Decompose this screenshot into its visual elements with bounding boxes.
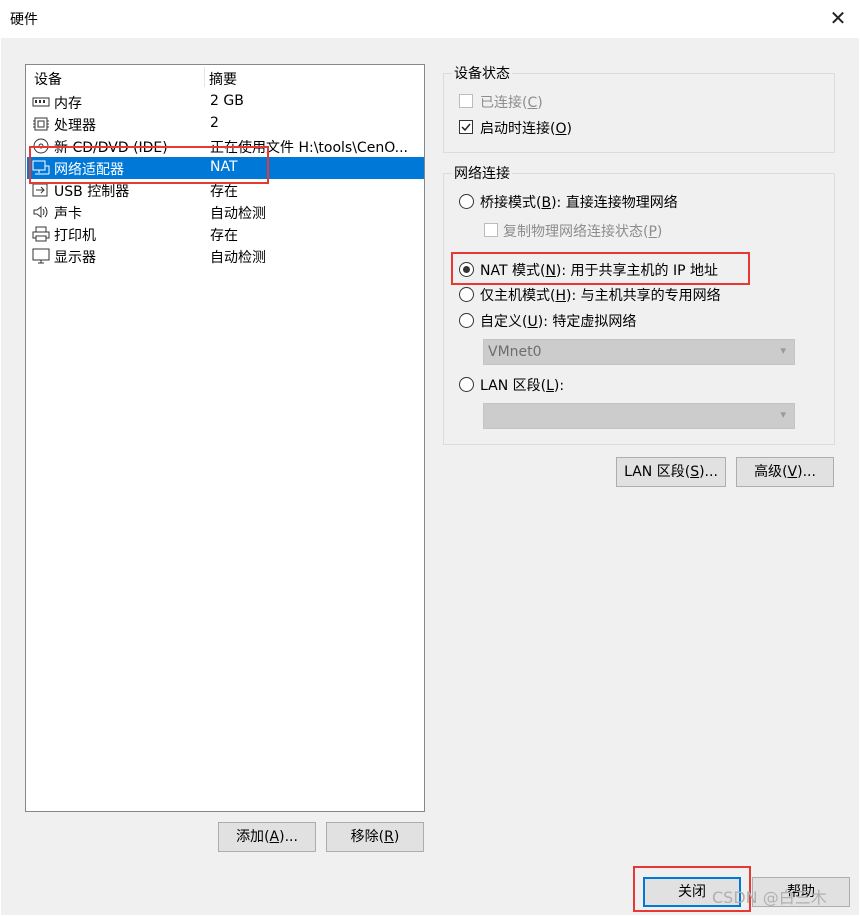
device-status-group: 设备状态 xyxy=(443,63,835,153)
column-device[interactable]: 设备 xyxy=(34,69,62,89)
device-summary: 2 GB xyxy=(210,93,244,109)
lan-segment-label: LAN 区段(L): xyxy=(480,378,565,394)
bridged-label: 桥接模式(B): 直接连接物理网络 xyxy=(480,195,678,211)
processor-icon xyxy=(32,116,50,132)
host-only-label: 仅主机模式(H): 与主机共享的专用网络 xyxy=(480,288,721,304)
checkmark-icon xyxy=(461,123,471,132)
network-connection-title: 网络连接 xyxy=(452,163,512,183)
sound-icon xyxy=(32,204,50,220)
device-row-processor[interactable]: 处理器 2 xyxy=(27,113,424,135)
chevron-down-icon: ▾ xyxy=(780,344,786,357)
connected-checkbox[interactable] xyxy=(459,94,473,108)
connect-at-power-on-label: 启动时连接(O) xyxy=(480,121,572,137)
device-summary: 自动检测 xyxy=(210,250,266,266)
device-name: 处理器 xyxy=(54,118,96,134)
lan-segment-radio[interactable] xyxy=(459,377,474,392)
device-row-display[interactable]: 显示器 自动检测 xyxy=(27,245,424,267)
custom-network-value: VMnet0 xyxy=(488,344,542,360)
custom-radio[interactable] xyxy=(459,313,474,328)
add-button[interactable]: 添加(A)... xyxy=(218,822,316,852)
window-title: 硬件 xyxy=(10,12,38,28)
replicate-state-checkbox[interactable] xyxy=(484,223,498,237)
display-icon xyxy=(32,248,50,264)
device-list-header: 设备 摘要 xyxy=(26,65,424,89)
advanced-button[interactable]: 高级(V)... xyxy=(736,457,834,487)
title-bar: 硬件 ✕ xyxy=(0,0,860,38)
remove-button[interactable]: 移除(R) xyxy=(326,822,424,852)
memory-icon xyxy=(32,94,50,110)
highlight-network-adapter xyxy=(29,146,269,184)
device-row-printer[interactable]: 打印机 存在 xyxy=(27,223,424,245)
printer-icon xyxy=(32,226,50,242)
device-summary: 存在 xyxy=(210,184,238,200)
highlight-nat-mode xyxy=(451,252,750,285)
custom-label: 自定义(U): 特定虚拟网络 xyxy=(480,314,637,330)
device-name: 显示器 xyxy=(54,250,96,266)
device-row-memory[interactable]: 内存 2 GB xyxy=(27,91,424,113)
close-window-icon[interactable]: ✕ xyxy=(824,4,852,32)
column-divider[interactable] xyxy=(204,67,205,87)
replicate-state-label: 复制物理网络连接状态(P) xyxy=(503,224,663,240)
bridged-radio[interactable] xyxy=(459,194,474,209)
device-status-title: 设备状态 xyxy=(452,63,512,83)
device-row-sound[interactable]: 声卡 自动检测 xyxy=(27,201,424,223)
watermark: CSDN @白三木 xyxy=(712,888,827,907)
column-summary[interactable]: 摘要 xyxy=(209,69,237,89)
device-name: 声卡 xyxy=(54,206,82,222)
device-name: 内存 xyxy=(54,96,82,112)
device-name: USB 控制器 xyxy=(54,184,130,200)
lan-segments-button[interactable]: LAN 区段(S)... xyxy=(616,457,726,487)
device-summary: 存在 xyxy=(210,228,238,244)
host-only-radio[interactable] xyxy=(459,287,474,302)
custom-network-select[interactable]: VMnet0 ▾ xyxy=(483,339,795,365)
device-summary: 2 xyxy=(210,115,219,131)
connect-at-power-on-checkbox[interactable] xyxy=(459,120,473,134)
usb-icon xyxy=(32,182,50,198)
device-name: 打印机 xyxy=(54,228,96,244)
lan-segment-select[interactable]: ▾ xyxy=(483,403,795,429)
chevron-down-icon: ▾ xyxy=(780,408,786,421)
device-summary: 自动检测 xyxy=(210,206,266,222)
connected-label: 已连接(C) xyxy=(480,95,543,111)
